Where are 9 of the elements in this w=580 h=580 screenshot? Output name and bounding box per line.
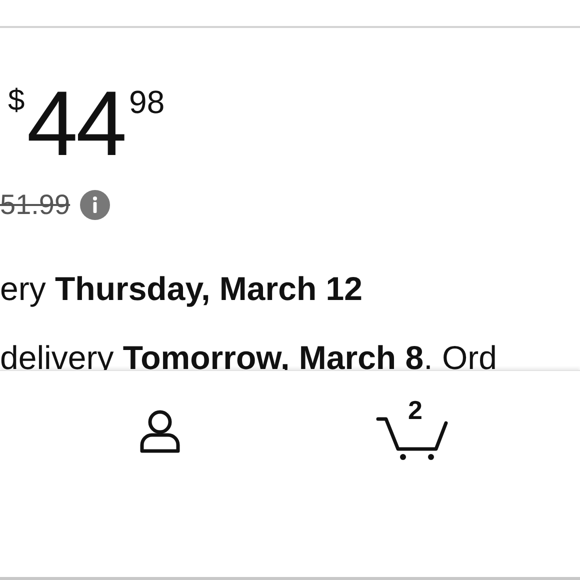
cart-count: 2 — [408, 397, 422, 423]
delivery-date: ery Thursday, March 12 — [0, 272, 364, 305]
info-icon[interactable] — [80, 190, 110, 220]
currency-symbol: $ — [8, 86, 25, 116]
fastest-delivery-text: delivery Tomorrow, March 8. Ord — [0, 341, 498, 374]
list-price: 51.99 — [0, 191, 70, 219]
cart-button[interactable]: 2 — [372, 395, 452, 465]
price-whole: 44 — [26, 78, 126, 170]
price-fraction: 98 — [129, 86, 165, 118]
